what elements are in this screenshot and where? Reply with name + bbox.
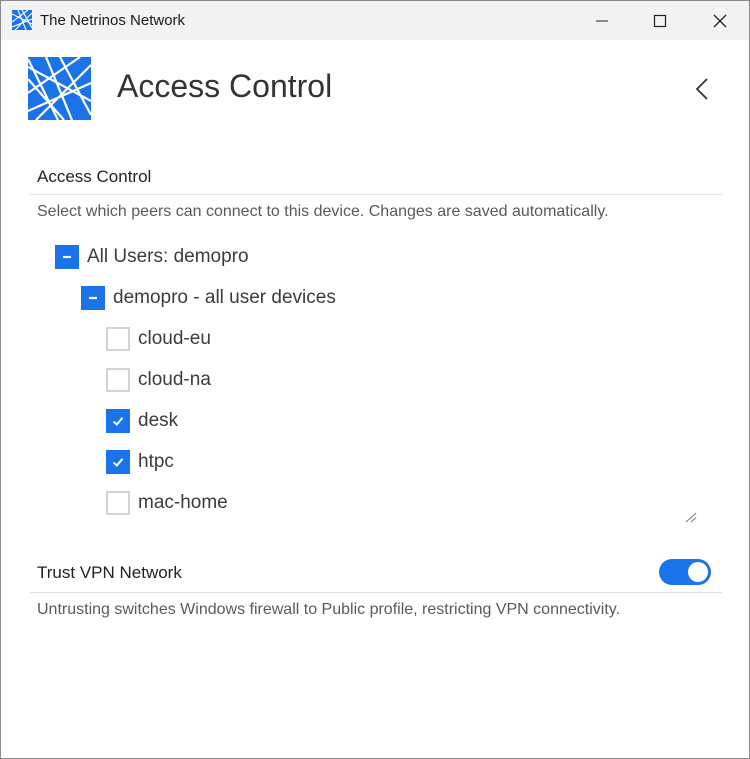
unchecked-checkbox[interactable] (106, 327, 130, 351)
minimize-button[interactable] (573, 1, 631, 40)
access-control-description: Select which peers can connect to this d… (37, 203, 609, 220)
tree-label: demopro - all user devices (113, 287, 336, 308)
maximize-icon (653, 14, 667, 27)
tree-label: cloud-na (138, 369, 211, 390)
checked-checkbox[interactable] (106, 450, 130, 474)
title-bar: The Netrinos Network (1, 1, 749, 40)
netrinos-logo-icon (28, 57, 91, 120)
page-title: Access Control (117, 68, 333, 104)
close-icon (713, 14, 727, 27)
chevron-left-icon[interactable] (691, 75, 715, 103)
app-window: The Netrinos Network Access Control Acce… (0, 0, 750, 759)
tree-node-device[interactable]: cloud-eu (106, 326, 211, 352)
minus-icon (63, 255, 71, 259)
tree-label: All Users: demopro (87, 246, 249, 267)
window-title: The Netrinos Network (40, 12, 186, 29)
tree-node-device[interactable]: htpc (106, 449, 174, 475)
indeterminate-checkbox[interactable] (55, 245, 79, 269)
trust-vpn-description: Untrusting switches Windows firewall to … (37, 601, 621, 618)
trust-vpn-toggle[interactable] (659, 559, 711, 585)
app-icon (12, 10, 32, 30)
tree-node-group[interactable]: demopro - all user devices (81, 285, 336, 311)
checkmark-icon (112, 458, 124, 467)
checked-checkbox[interactable] (106, 409, 130, 433)
close-button[interactable] (691, 1, 749, 40)
tree-label: cloud-eu (138, 328, 211, 349)
toggle-knob (688, 562, 708, 582)
access-control-heading: Access Control (37, 167, 152, 186)
tree-label: desk (138, 410, 179, 431)
minimize-icon (596, 20, 608, 21)
unchecked-checkbox[interactable] (106, 368, 130, 392)
divider (30, 592, 722, 593)
maximize-button[interactable] (631, 1, 689, 40)
divider (30, 194, 722, 195)
tree-node-device[interactable]: cloud-na (106, 367, 211, 393)
checkmark-icon (112, 417, 124, 426)
tree-label: mac-home (138, 492, 228, 513)
tree-node-device[interactable]: desk (106, 408, 178, 434)
unchecked-checkbox[interactable] (106, 491, 130, 515)
minus-icon (89, 296, 97, 300)
tree-node-device[interactable]: mac-home (106, 490, 228, 516)
trust-vpn-heading: Trust VPN Network (37, 563, 182, 582)
tree-label: htpc (138, 451, 174, 472)
indeterminate-checkbox[interactable] (81, 286, 105, 310)
resize-grip-icon[interactable] (685, 512, 697, 523)
tree-node-all-users[interactable]: All Users: demopro (55, 244, 249, 270)
